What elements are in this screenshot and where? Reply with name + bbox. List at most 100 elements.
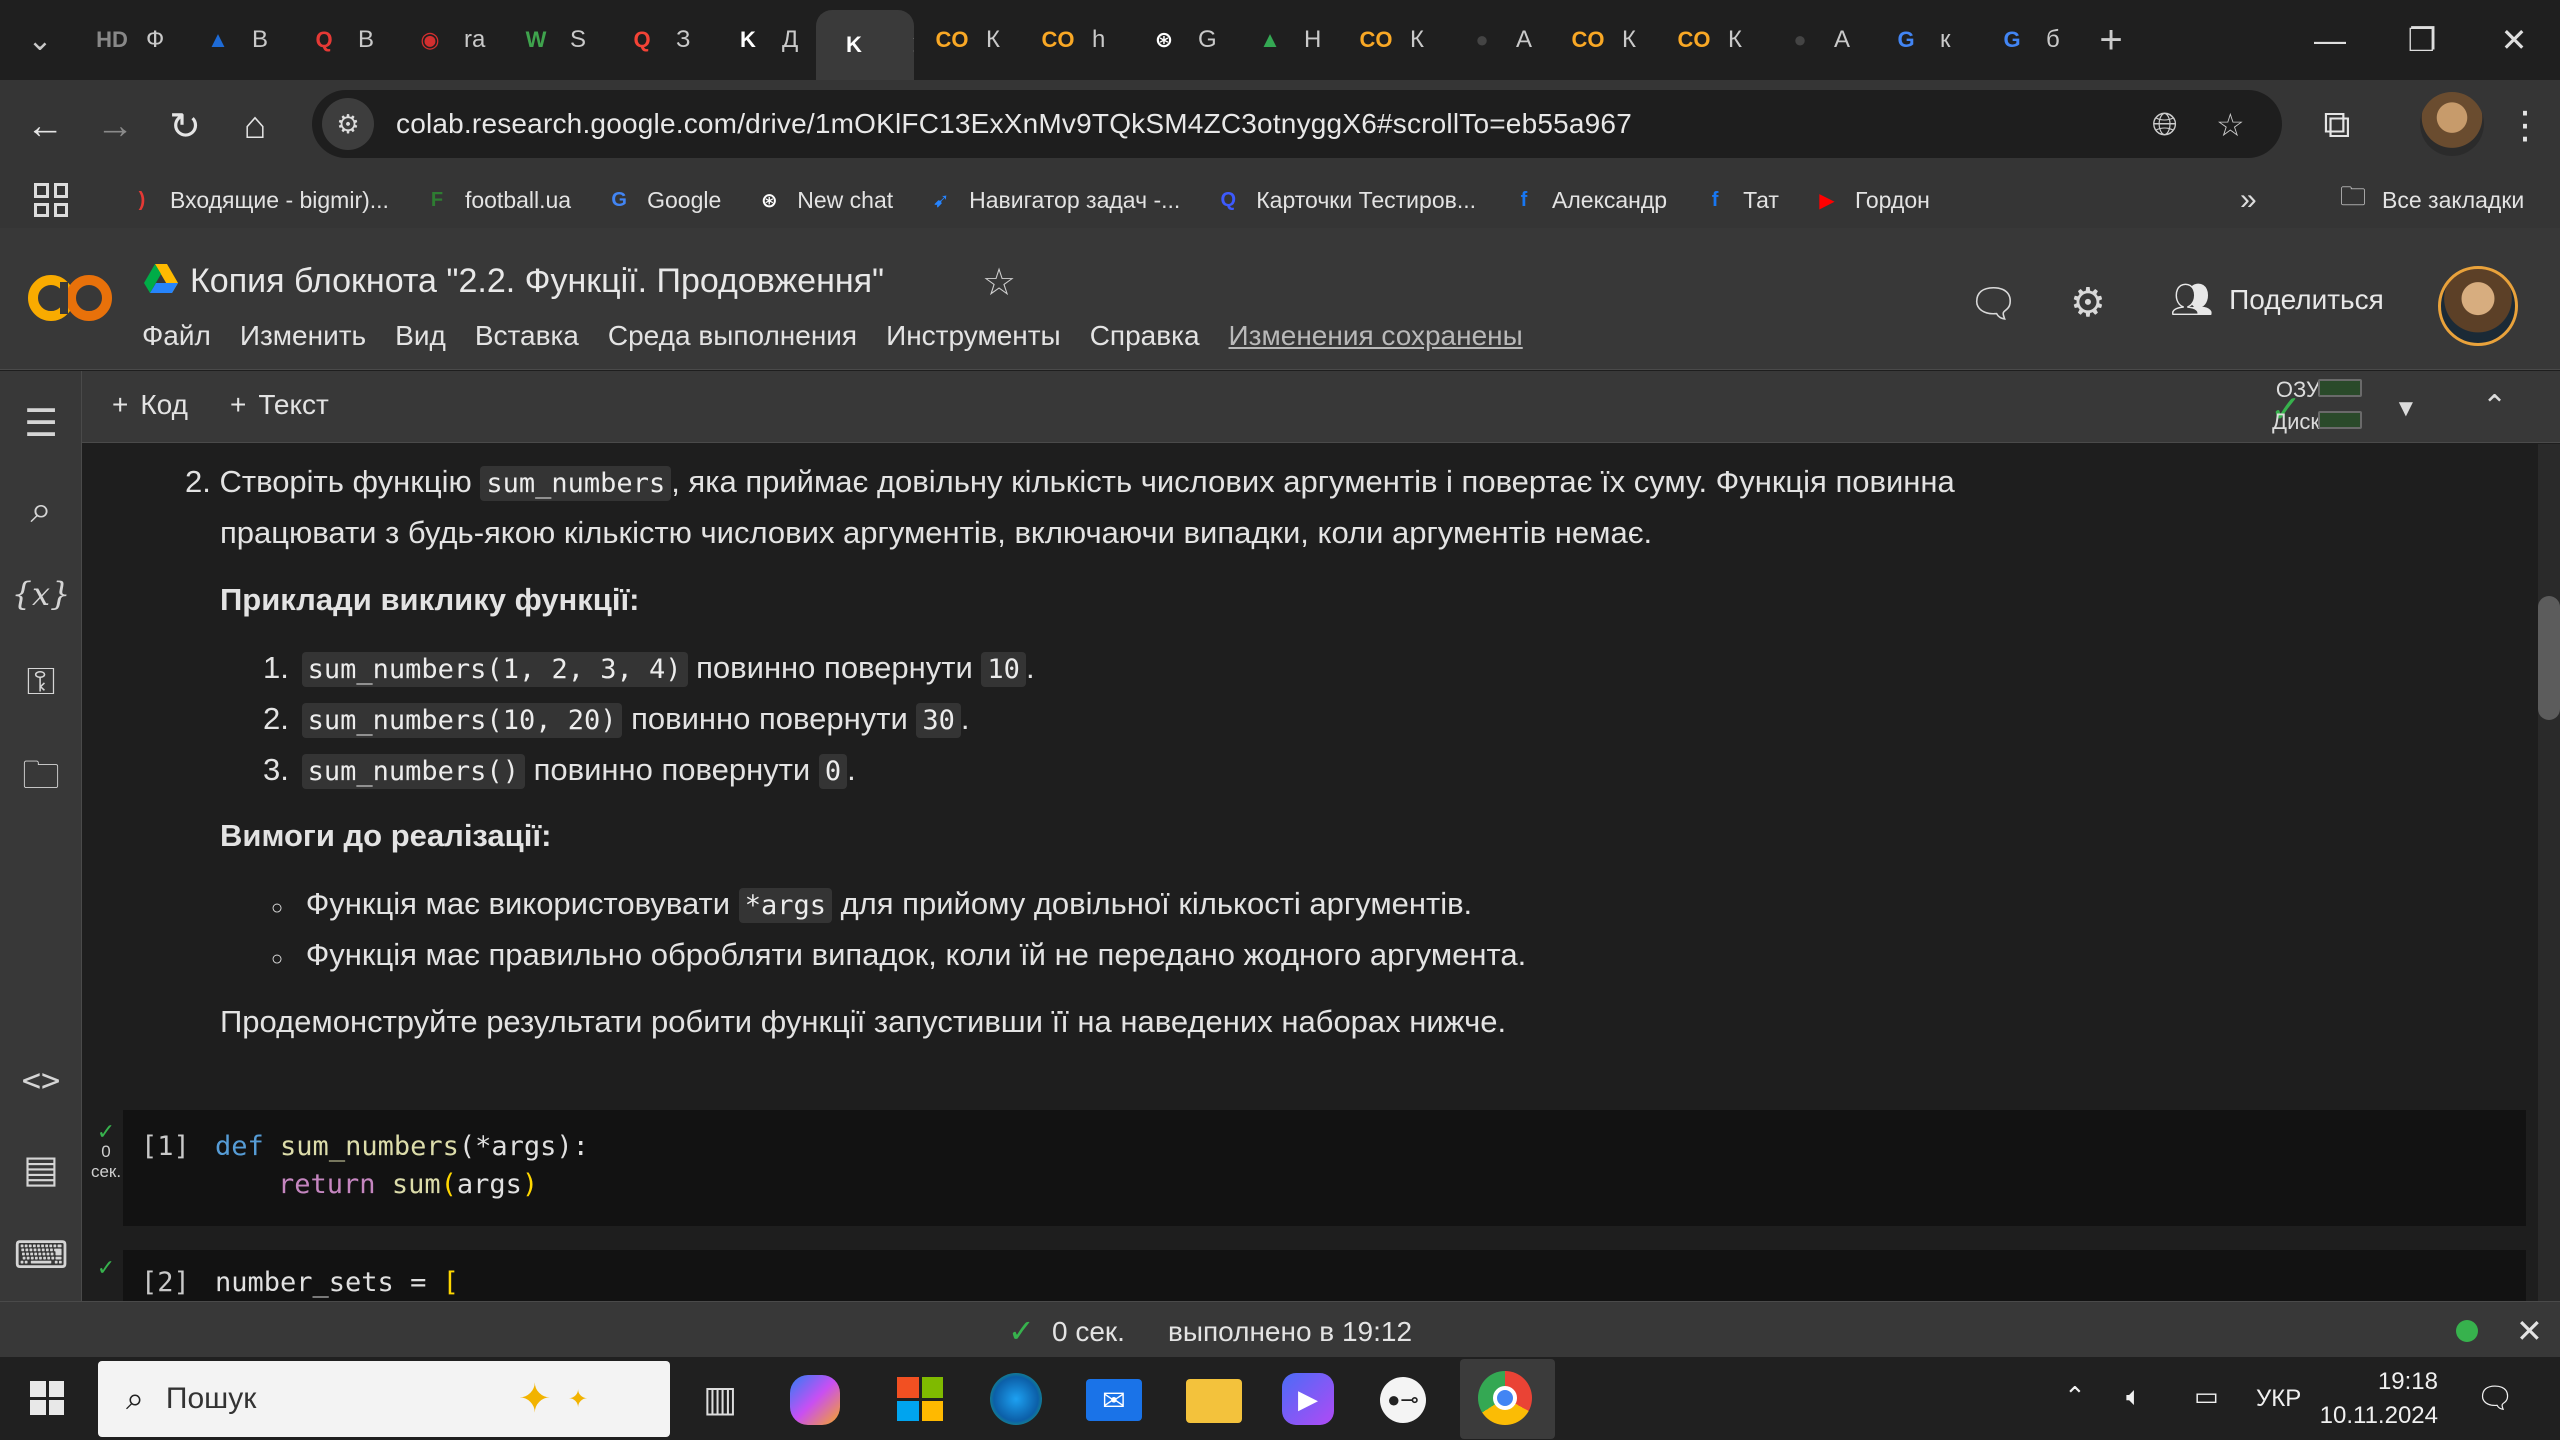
- code-cell[interactable]: ✓ [2] number_sets = [: [97, 1250, 2526, 1301]
- browser-tab[interactable]: ◉ ra: [392, 8, 498, 72]
- bookmark-item[interactable]: ▶ Гордон: [1813, 186, 1930, 214]
- microsoft-store-icon[interactable]: [890, 1369, 950, 1429]
- browser-tab[interactable]: CO К: [1338, 8, 1444, 72]
- mail-icon[interactable]: ✉: [1086, 1379, 1142, 1421]
- browser-tab[interactable]: ▲ В: [180, 8, 286, 72]
- browser-tab[interactable]: ● А: [1762, 8, 1868, 72]
- language-indicator[interactable]: УКР: [2256, 1385, 2301, 1413]
- menu-tools[interactable]: Инструменты: [886, 320, 1061, 352]
- volume-icon[interactable]: 🔈︎: [2126, 1381, 2142, 1413]
- settings-gear-icon[interactable]: ⚙: [2070, 280, 2106, 326]
- bookmark-item[interactable]: G Google: [605, 186, 721, 214]
- browser-tab[interactable]: CO К: [1656, 8, 1762, 72]
- extensions-icon[interactable]: ⧉: [2302, 90, 2372, 160]
- variables-icon[interactable]: {x}: [0, 575, 82, 613]
- minimize-button[interactable]: —: [2284, 0, 2376, 80]
- browser-tab[interactable]: ⊛ G: [1126, 8, 1232, 72]
- bookmark-item[interactable]: ⊛ New chat: [755, 186, 893, 214]
- secrets-key-icon[interactable]: ⚿: [0, 661, 82, 704]
- url-text[interactable]: colab.research.google.com/drive/1mOKlFC1…: [396, 108, 1632, 140]
- cell-run-status[interactable]: ✓: [89, 1257, 123, 1279]
- command-palette-icon[interactable]: ▤: [0, 1147, 82, 1192]
- colab-logo-icon[interactable]: [26, 268, 116, 328]
- passwords-key-icon[interactable]: ●⊸: [1380, 1377, 1426, 1423]
- bookmark-star-icon[interactable]: ☆: [2216, 106, 2245, 144]
- edge-icon[interactable]: [990, 1373, 1042, 1425]
- status-executed[interactable]: выполнено в 19:12: [1168, 1316, 1412, 1348]
- browser-tab-active[interactable]: K✕: [816, 10, 914, 80]
- browser-tab[interactable]: ▲ Н: [1232, 8, 1338, 72]
- browser-tab[interactable]: QЗ: [604, 8, 710, 72]
- bookmark-item[interactable]: f Тат: [1701, 186, 1779, 214]
- new-tab-button[interactable]: +: [2086, 15, 2136, 65]
- windows-start-icon[interactable]: [30, 1381, 64, 1415]
- clipchamp-icon[interactable]: ▶: [1282, 1373, 1334, 1425]
- scrollbar-thumb[interactable]: [2538, 596, 2560, 720]
- browser-tab[interactable]: QВ: [286, 8, 392, 72]
- all-bookmarks-folder[interactable]: 🗀︎ Все закладки: [2340, 178, 2524, 222]
- menu-help[interactable]: Справка: [1090, 320, 1200, 352]
- bookmark-item[interactable]: ➹ Навигатор задач -...: [927, 186, 1181, 214]
- menu-view[interactable]: Вид: [395, 320, 446, 352]
- notebook-title[interactable]: Копия блокнота "2.2. Функції. Продовженн…: [190, 262, 884, 301]
- code-cell[interactable]: ✓ 0 сек. [1] def sum_numbers(*args): ret…: [91, 1110, 2526, 1226]
- more-bookmarks-icon[interactable]: »: [2240, 183, 2257, 217]
- browser-menu-icon[interactable]: ⋮: [2490, 90, 2560, 160]
- bookmark-item[interactable]: ) Входящие - bigmir)...: [128, 186, 389, 214]
- translate-icon[interactable]: 🌐︎: [2152, 106, 2178, 144]
- add-text-button[interactable]: + Текст: [230, 389, 329, 421]
- menu-edit[interactable]: Изменить: [240, 320, 366, 352]
- menu-runtime[interactable]: Среда выполнения: [608, 320, 857, 352]
- menu-insert[interactable]: Вставка: [475, 320, 579, 352]
- show-hidden-icons[interactable]: ⌃: [2064, 1381, 2086, 1412]
- ram-usage-bar[interactable]: [2318, 379, 2362, 397]
- copilot-icon[interactable]: [790, 1375, 840, 1425]
- google-drive-icon[interactable]: [144, 264, 178, 294]
- search-icon[interactable]: ⌕: [0, 489, 82, 532]
- browser-tab[interactable]: CO К: [914, 8, 1020, 72]
- browser-tab[interactable]: CO К: [1550, 8, 1656, 72]
- scrollbar-track[interactable]: [2538, 444, 2560, 1301]
- task-view-icon[interactable]: ▥: [690, 1369, 750, 1429]
- browser-tab[interactable]: Gб: [1974, 8, 2080, 72]
- table-of-contents-icon[interactable]: ☰: [0, 401, 82, 446]
- add-code-button[interactable]: + Код: [112, 389, 188, 421]
- disk-usage-bar[interactable]: [2318, 411, 2362, 429]
- close-status-icon[interactable]: ✕: [2516, 1312, 2543, 1350]
- cell-run-status[interactable]: ✓ 0 сек.: [89, 1121, 123, 1182]
- bookmark-item[interactable]: Ffootball.ua: [423, 186, 571, 214]
- taskbar-clock[interactable]: 19:18 10.11.2024: [2318, 1365, 2438, 1433]
- profile-avatar[interactable]: [2420, 92, 2484, 156]
- saved-status-link[interactable]: Изменения сохранены: [1229, 320, 1523, 352]
- apps-grid-icon[interactable]: [34, 183, 68, 217]
- account-avatar[interactable]: [2438, 266, 2518, 346]
- browser-tab[interactable]: ● А: [1444, 8, 1550, 72]
- battery-icon[interactable]: ▭: [2194, 1381, 2219, 1412]
- file-explorer-icon[interactable]: [1186, 1379, 1242, 1423]
- browser-tab[interactable]: WS: [498, 8, 604, 72]
- terminal-icon[interactable]: ⌨: [0, 1233, 82, 1278]
- site-info-icon[interactable]: ⚙: [322, 98, 374, 150]
- code-snippets-icon[interactable]: <>: [0, 1061, 82, 1099]
- bookmark-item[interactable]: f Александр: [1510, 186, 1667, 214]
- star-notebook-icon[interactable]: ☆: [982, 260, 1016, 305]
- bookmark-item[interactable]: Q Карточки Тестиров...: [1214, 186, 1477, 214]
- runtime-dropdown-icon[interactable]: ▼: [2394, 395, 2418, 423]
- close-window-button[interactable]: ✕: [2468, 0, 2560, 80]
- tab-search-chevron-icon[interactable]: ⌄: [18, 18, 62, 62]
- address-bar[interactable]: ⚙ colab.research.google.com/drive/1mOKlF…: [312, 90, 2282, 158]
- files-folder-icon[interactable]: 🗀︎: [0, 747, 82, 812]
- browser-tab[interactable]: CO h: [1020, 8, 1126, 72]
- restore-button[interactable]: ❐: [2376, 0, 2468, 80]
- chrome-icon[interactable]: [1478, 1371, 1532, 1425]
- comments-icon[interactable]: 🗨︎: [1968, 280, 2019, 327]
- browser-tab[interactable]: Gк: [1868, 8, 1974, 72]
- forward-button[interactable]: →: [80, 91, 150, 161]
- reload-button[interactable]: ↻: [150, 91, 220, 161]
- notifications-icon[interactable]: 🗨︎: [2476, 1381, 2514, 1416]
- browser-tab[interactable]: HD Ф: [74, 8, 180, 72]
- taskbar-search[interactable]: ⌕ Пошук ✦ ✦: [98, 1361, 670, 1437]
- back-button[interactable]: ←: [10, 91, 80, 161]
- home-button[interactable]: ⌂: [220, 91, 290, 161]
- collapse-header-icon[interactable]: ⌃: [2482, 389, 2507, 424]
